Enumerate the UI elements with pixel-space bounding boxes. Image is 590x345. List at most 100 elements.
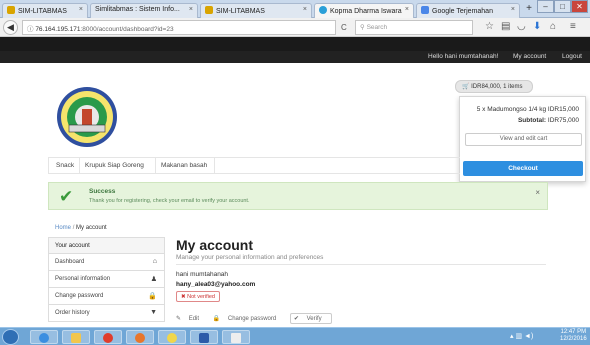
cart-summary-text: IDR84,000, 1 items	[471, 84, 523, 90]
page-title: My account	[176, 237, 254, 253]
category-krupuk[interactable]: Krupuk Siap Goreng	[85, 162, 144, 169]
account-sidebar: Your account Dashboard ⌂ Personal inform…	[48, 237, 165, 322]
divider	[155, 158, 156, 173]
taskbar-calendar[interactable]	[222, 330, 250, 344]
sidebar-item-order-history[interactable]: Order history ▼	[48, 305, 165, 322]
lock-icon: 🔒	[212, 316, 222, 322]
subtotal-value: IDR75,000	[547, 117, 579, 124]
subtotal-label: Subtotal:	[517, 117, 547, 124]
change-password-button[interactable]: 🔒 Change password	[213, 316, 283, 322]
reading-list-icon[interactable]: ▤	[501, 21, 510, 32]
greeting-link[interactable]: Hello hani mumtahanah!	[428, 53, 498, 60]
close-icon[interactable]: ×	[189, 6, 193, 13]
close-icon[interactable]: ×	[511, 6, 515, 13]
account-actions: ✎ Edit 🔒 Change password ✔ Verify	[176, 313, 338, 324]
taskbar-paint[interactable]	[158, 330, 186, 344]
cart-summary-button[interactable]: 🛒 IDR84,000, 1 items	[455, 80, 533, 93]
sidebar-item-label: Change password	[55, 293, 104, 299]
sidebar-item-label: Order history	[55, 310, 90, 316]
close-icon[interactable]: ×	[535, 188, 540, 197]
alert-title: Success	[89, 188, 116, 195]
browser-tab[interactable]: Simlitabmas : Sistem Info... ×	[90, 3, 198, 18]
maximize-button[interactable]: □	[554, 0, 571, 13]
edit-button[interactable]: ✎ Edit	[176, 316, 205, 322]
menu-icon[interactable]: ≡	[570, 21, 576, 32]
address-bar[interactable]: ⓘ 76.164.195.171:8000/account/dashboard?…	[22, 20, 336, 35]
favicon-icon	[205, 6, 213, 14]
calendar-icon	[231, 333, 241, 343]
browser-tab-active[interactable]: Kopma Dharma Iswara ×	[314, 3, 414, 18]
my-account-link[interactable]: My account	[513, 53, 546, 60]
search-input[interactable]: ⚲ Search	[355, 20, 473, 35]
user-email: hany_alea03@yahoo.com	[176, 281, 256, 288]
verify-button[interactable]: ✔ Verify	[289, 313, 332, 324]
taskbar-explorer[interactable]	[62, 330, 90, 344]
reload-icon[interactable]: C	[341, 23, 347, 32]
cooperative-logo[interactable]	[55, 85, 119, 149]
download-icon[interactable]: ⬇	[533, 21, 541, 32]
home-icon[interactable]: ⌂	[550, 21, 556, 32]
cart-subtotal: Subtotal: IDR75,000	[518, 117, 579, 124]
taskbar-word[interactable]	[190, 330, 218, 344]
taskbar-clock[interactable]: 12:47 PM 12/2/2016	[560, 329, 587, 343]
sidebar-item-your-account[interactable]: Your account	[48, 237, 165, 254]
success-alert: ✔ Success Thank you for registering, che…	[48, 182, 548, 210]
window-close-button[interactable]: ✕	[571, 0, 588, 13]
user-icon: ♟	[150, 276, 157, 283]
sidebar-item-label: Your account	[55, 243, 90, 249]
new-tab-button[interactable]: +	[522, 3, 536, 16]
search-placeholder: Search	[366, 24, 388, 31]
page-subtitle: Manage your personal information and pre…	[176, 254, 324, 261]
minimize-button[interactable]: –	[537, 0, 554, 13]
pencil-icon: ✎	[176, 316, 183, 322]
lock-icon: 🔒	[148, 293, 157, 300]
cart-dropdown: 5 x Madumongso 1/4 kg IDR15,000 Subtotal…	[459, 96, 586, 182]
sidebar-item-label: Dashboard	[55, 259, 85, 265]
edit-label: Edit	[188, 316, 200, 322]
browser-tab[interactable]: SIM-LITABMAS ×	[2, 3, 88, 18]
view-edit-cart-button[interactable]: View and edit cart	[465, 133, 582, 146]
logout-link[interactable]: Logout	[562, 53, 582, 60]
browser-tab[interactable]: SIM-LITABMAS ×	[200, 3, 312, 18]
checkout-button[interactable]: Checkout	[463, 161, 583, 176]
pocket-icon[interactable]: ◡	[517, 21, 526, 32]
browser-nav-bar: ◀ ⓘ 76.164.195.171:8000/account/dashboar…	[0, 18, 590, 37]
sidebar-item-personal-information[interactable]: Personal information ♟	[48, 271, 165, 288]
user-name: hani mumtahanah	[176, 271, 229, 278]
taskbar-ie[interactable]	[30, 330, 58, 344]
close-icon[interactable]: ×	[405, 6, 409, 13]
cart-icon: 🛒	[462, 84, 472, 90]
clock-date: 12/2/2016	[560, 336, 587, 342]
tab-label: Kopma Dharma Iswara	[330, 8, 402, 15]
check-icon: ✔	[293, 316, 301, 322]
sidebar-item-change-password[interactable]: Change password 🔒	[48, 288, 165, 305]
taskbar-firefox[interactable]	[126, 330, 154, 344]
close-icon[interactable]: ×	[303, 6, 307, 13]
windows-taskbar: ▴ ▥ ◄) 12:47 PM 12/2/2016	[0, 327, 590, 345]
tab-label: Simlitabmas : Sistem Info...	[95, 6, 180, 13]
ie-icon	[39, 333, 49, 343]
arrow-left-icon: ◀	[7, 22, 14, 32]
change-password-label: Change password	[227, 316, 277, 322]
taskbar-opera[interactable]	[94, 330, 122, 344]
system-tray[interactable]: ▴ ▥ ◄)	[510, 332, 533, 340]
url-domain: 76.164.195.171	[35, 26, 81, 33]
start-button[interactable]	[2, 329, 19, 345]
home-icon: ⌂	[152, 258, 157, 265]
favicon-icon	[7, 6, 15, 14]
category-makanan-basah[interactable]: Makanan basah	[161, 162, 207, 169]
breadcrumb-home[interactable]: Home	[55, 225, 71, 231]
category-snack[interactable]: Snack	[56, 162, 74, 169]
bookmark-star-icon[interactable]: ☆	[485, 21, 494, 32]
back-button[interactable]: ◀	[3, 20, 18, 35]
sidebar-item-dashboard[interactable]: Dashboard ⌂	[48, 254, 165, 271]
browser-tab-bar: SIM-LITABMAS × Simlitabmas : Sistem Info.…	[0, 0, 590, 18]
browser-tab[interactable]: Google Terjemahan ×	[416, 3, 520, 18]
network-icon: ▥	[515, 333, 525, 340]
paint-icon	[167, 333, 177, 343]
alert-message: Thank you for registering, check your em…	[89, 198, 250, 204]
breadcrumb-current: My account	[76, 225, 107, 231]
cart-line-item: 5 x Madumongso 1/4 kg IDR15,000	[476, 106, 579, 113]
close-icon[interactable]: ×	[79, 6, 83, 13]
favicon-icon	[421, 6, 429, 14]
